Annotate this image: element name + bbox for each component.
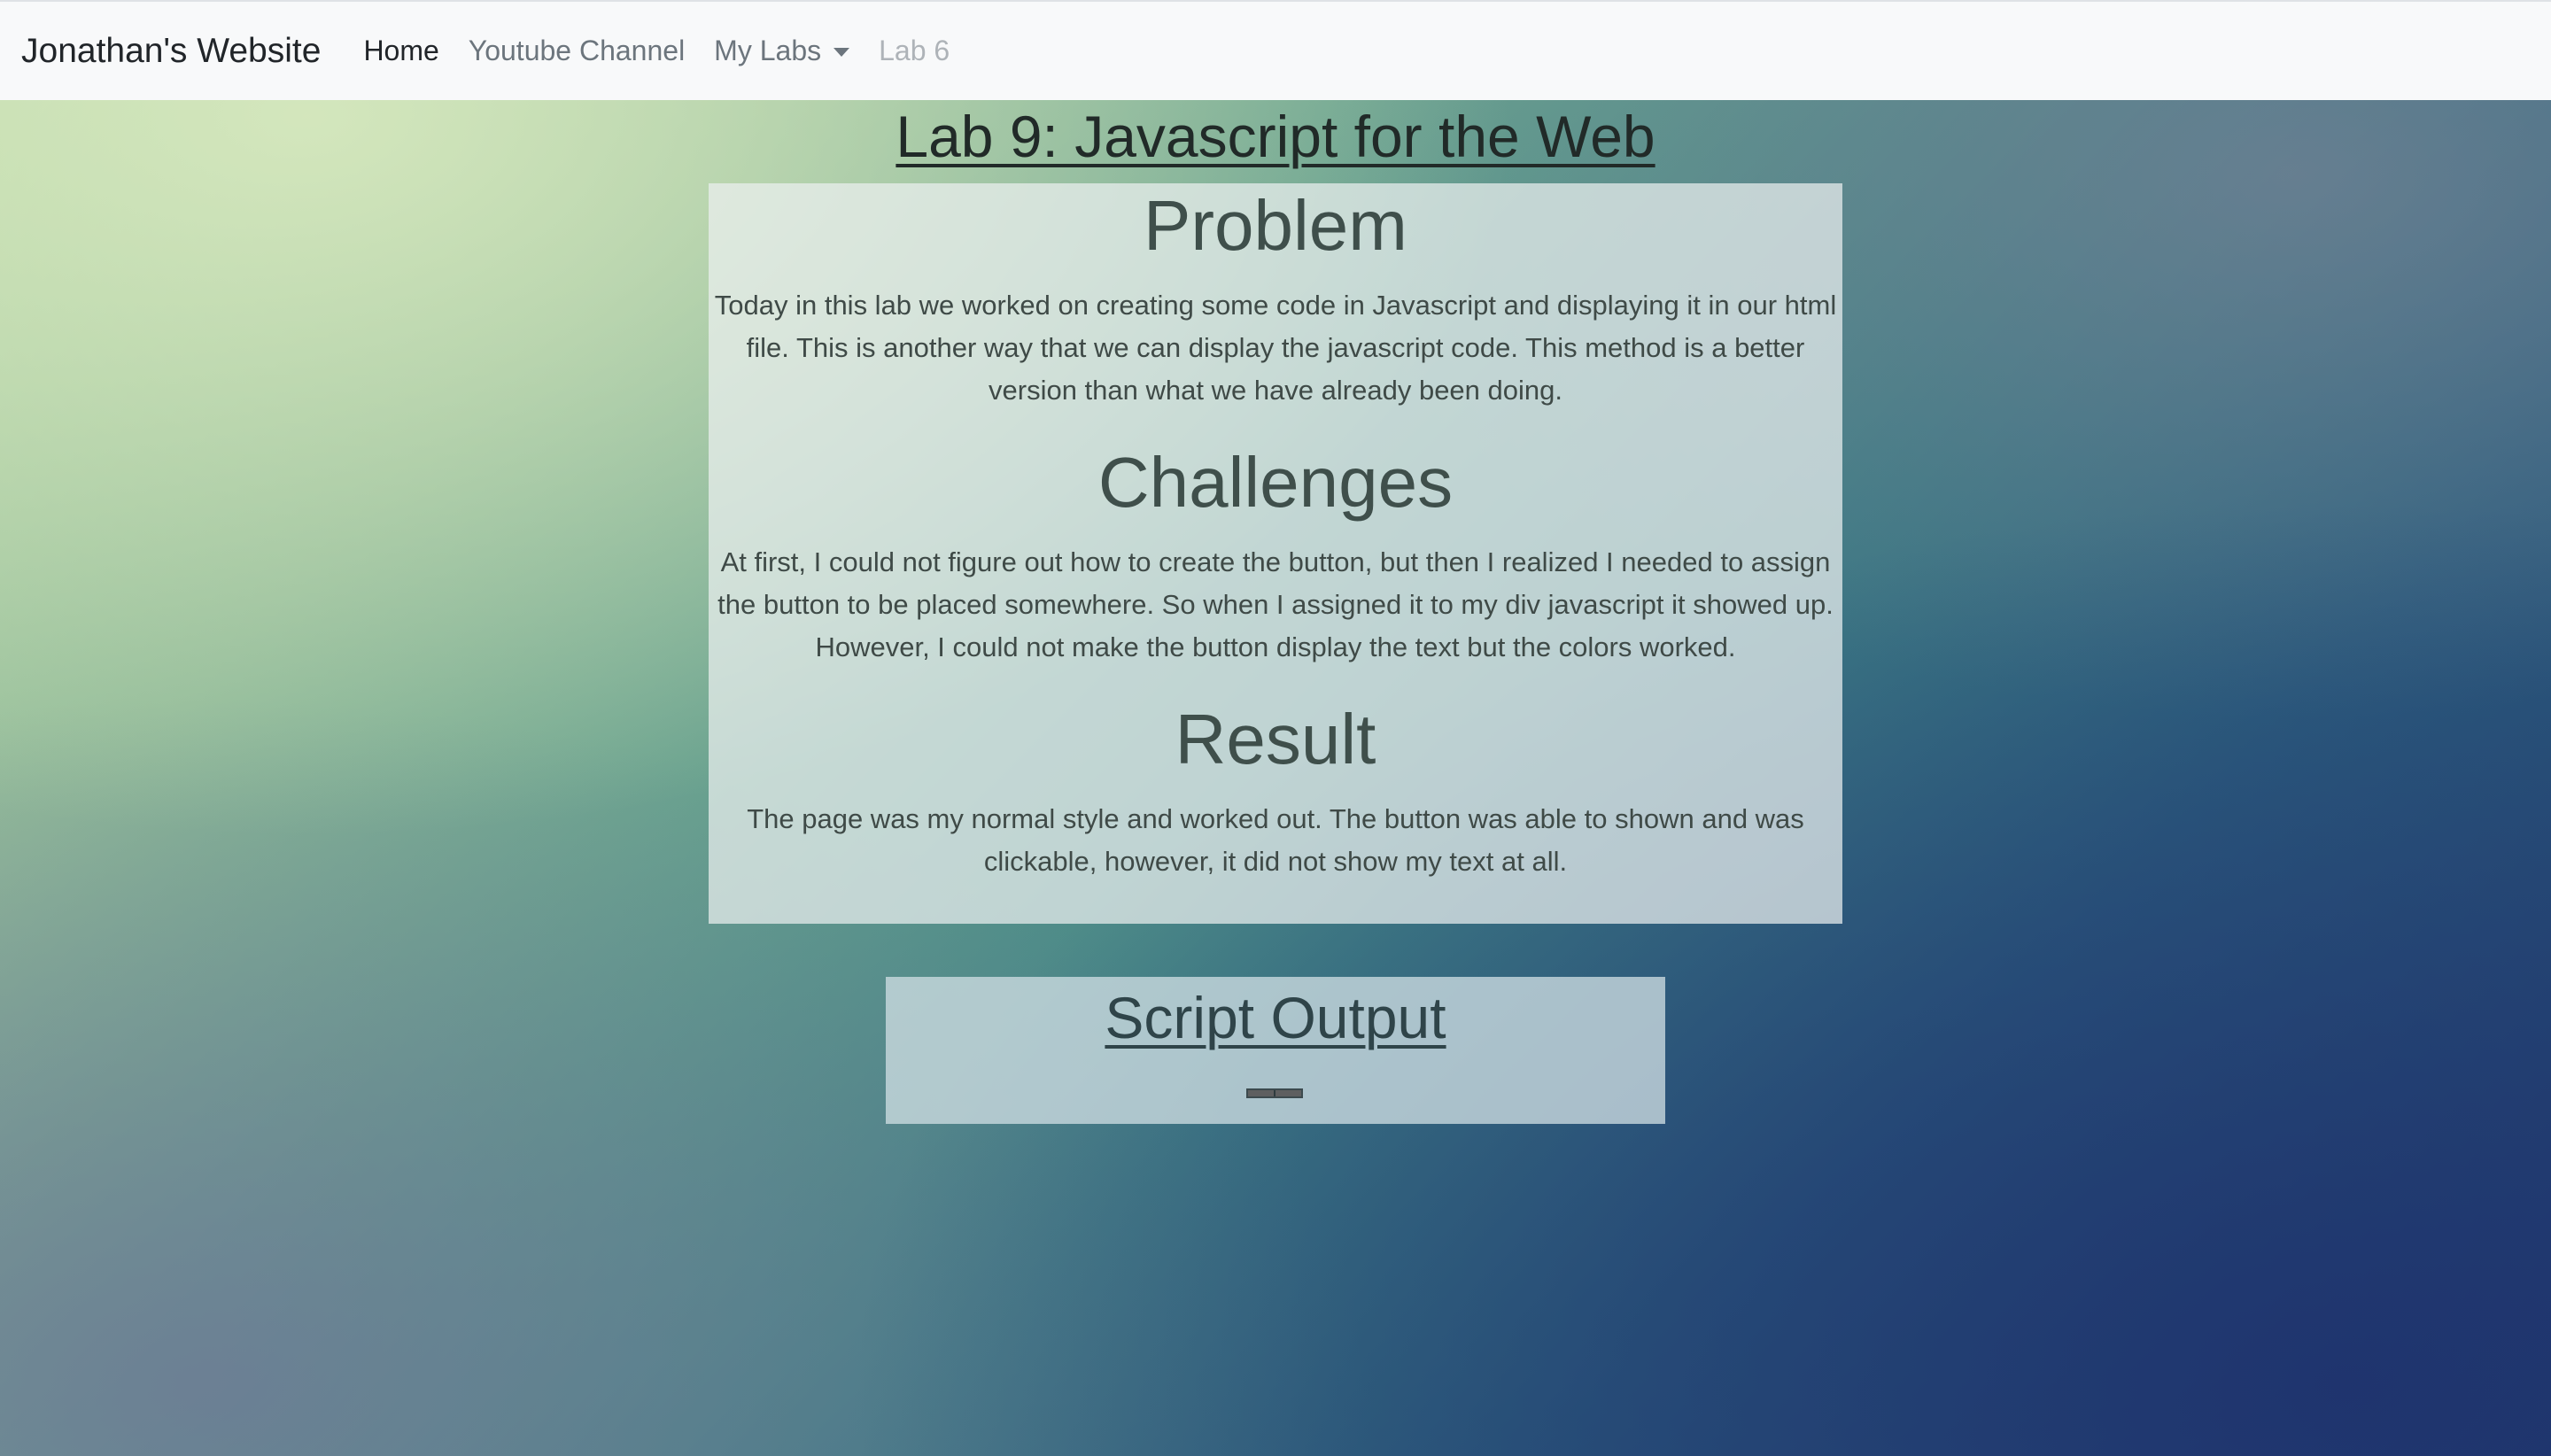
nav-home-link[interactable]: Home — [363, 35, 438, 67]
challenges-text: At first, I could not figure out how to … — [717, 546, 1834, 662]
navbar: Jonathan's Website Home Youtube Channel … — [0, 0, 2551, 100]
challenges-heading: Challenges — [1097, 443, 1454, 522]
nav-my-labs-dropdown[interactable]: My Labs — [714, 35, 850, 67]
nav-lab6-link: Lab 6 — [879, 35, 950, 66]
script-output-button[interactable] — [1246, 1088, 1303, 1098]
site-brand-link[interactable]: Jonathan's Website — [21, 32, 321, 71]
nav-youtube-channel-link[interactable]: Youtube Channel — [469, 35, 685, 67]
script-output-title: Script Output — [1105, 985, 1446, 1050]
problem-heading: Problem — [1144, 186, 1407, 265]
button-left-segment — [1248, 1090, 1274, 1096]
chevron-down-icon — [834, 47, 850, 57]
result-heading: Result — [1175, 700, 1376, 778]
button-right-segment — [1274, 1090, 1301, 1096]
script-output-card: Script Output — [886, 977, 1665, 1124]
problem-text: Today in this lab we worked on creating … — [714, 290, 1837, 406]
lab-content-card: Problem Today in this lab we worked on c… — [709, 183, 1842, 924]
page-title: Lab 9: Javascript for the Web — [896, 104, 1655, 169]
result-text: The page was my normal style and worked … — [747, 803, 1804, 877]
nav-my-labs-label: My Labs — [714, 35, 822, 66]
